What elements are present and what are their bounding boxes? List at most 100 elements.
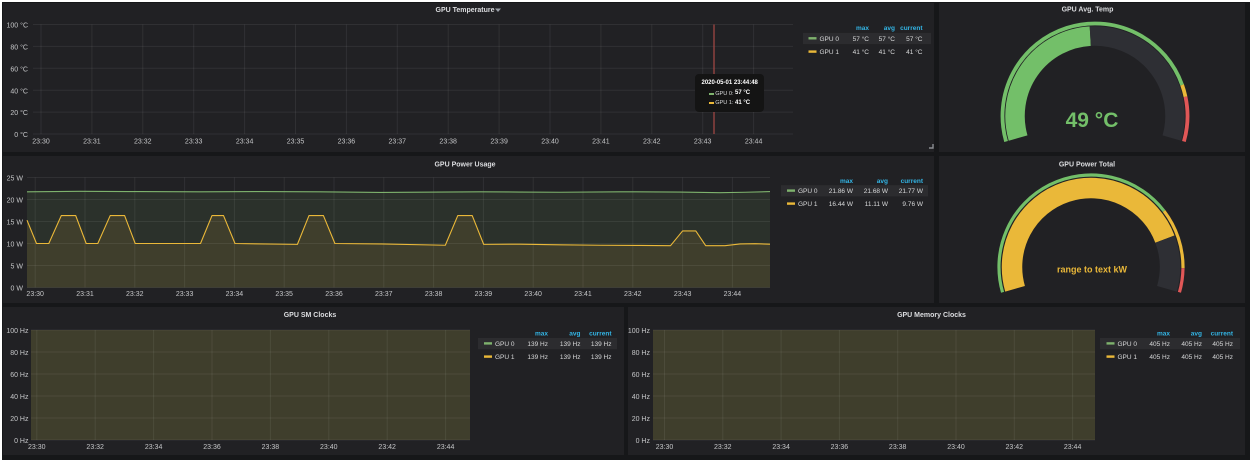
- svg-text:23:42: 23:42: [378, 444, 396, 451]
- svg-text:avg: avg: [877, 178, 888, 185]
- svg-text:GPU 0: GPU 0: [820, 36, 840, 43]
- svg-text:23:44: 23:44: [724, 291, 742, 298]
- svg-text:20 °C: 20 °C: [10, 109, 28, 117]
- svg-text:16.44 W: 16.44 W: [829, 201, 854, 208]
- svg-text:23:36: 23:36: [325, 291, 343, 298]
- svg-text:23:44: 23:44: [1064, 444, 1082, 451]
- svg-text:avg: avg: [569, 330, 580, 337]
- svg-text:avg: avg: [1191, 330, 1202, 337]
- svg-text:405 Hz: 405 Hz: [1212, 354, 1233, 361]
- svg-text:23:30: 23:30: [32, 139, 50, 146]
- svg-text:23:43: 23:43: [694, 139, 712, 146]
- svg-text:0 W: 0 W: [11, 286, 24, 293]
- svg-text:10 W: 10 W: [7, 242, 24, 249]
- svg-text:80 Hz: 80 Hz: [632, 350, 651, 357]
- svg-text:139 Hz: 139 Hz: [560, 341, 581, 348]
- svg-text:405 Hz: 405 Hz: [1181, 354, 1202, 361]
- svg-text:100 °C: 100 °C: [7, 22, 28, 30]
- svg-text:23:36: 23:36: [203, 444, 221, 451]
- svg-text:avg: avg: [884, 25, 895, 32]
- svg-text:23:33: 23:33: [176, 291, 194, 298]
- svg-text:80 °C: 80 °C: [10, 44, 28, 52]
- svg-text:GPU Power Usage: GPU Power Usage: [434, 162, 495, 169]
- svg-text:100 Hz: 100 Hz: [628, 328, 651, 335]
- svg-text:23:42: 23:42: [643, 139, 661, 146]
- svg-text:23:30: 23:30: [28, 444, 46, 451]
- svg-text:GPU 1: GPU 1: [820, 49, 840, 56]
- svg-text:100 Hz: 100 Hz: [6, 328, 29, 335]
- svg-text:41 °C: 41 °C: [906, 48, 923, 56]
- svg-text:0 Hz: 0 Hz: [14, 438, 29, 445]
- svg-text:23:32: 23:32: [714, 444, 732, 451]
- svg-text:max: max: [856, 25, 869, 32]
- svg-text:GPU Power Total: GPU Power Total: [1059, 162, 1115, 169]
- svg-text:80 Hz: 80 Hz: [10, 350, 29, 357]
- svg-text:23:39: 23:39: [475, 291, 493, 298]
- svg-text:49 °C: 49 °C: [1066, 109, 1119, 132]
- svg-text:20 W: 20 W: [7, 198, 24, 205]
- svg-text:40 Hz: 40 Hz: [10, 394, 29, 401]
- svg-text:139 Hz: 139 Hz: [591, 354, 612, 361]
- svg-text:0 °C: 0 °C: [14, 131, 28, 139]
- svg-text:GPU Memory Clocks: GPU Memory Clocks: [897, 312, 966, 319]
- svg-text:23:31: 23:31: [76, 291, 94, 298]
- svg-text:21.68 W: 21.68 W: [864, 188, 889, 195]
- svg-text:23:30: 23:30: [26, 291, 44, 298]
- svg-text:23:37: 23:37: [375, 291, 393, 298]
- svg-text:405 Hz: 405 Hz: [1181, 341, 1202, 348]
- svg-text:23:32: 23:32: [134, 139, 152, 146]
- svg-text:23:30: 23:30: [656, 444, 674, 451]
- svg-text:23:44: 23:44: [437, 444, 455, 451]
- svg-text:57 °C: 57 °C: [906, 35, 923, 43]
- svg-text:23:36: 23:36: [338, 139, 356, 146]
- svg-text:current: current: [589, 330, 612, 337]
- svg-text:23:43: 23:43: [674, 291, 692, 298]
- svg-text:139 Hz: 139 Hz: [527, 354, 548, 361]
- svg-text:11.11 W: 11.11 W: [865, 201, 889, 208]
- svg-text:405 Hz: 405 Hz: [1149, 341, 1170, 348]
- svg-text:60 Hz: 60 Hz: [632, 372, 651, 379]
- svg-text:23:40: 23:40: [541, 139, 559, 146]
- svg-text:15 W: 15 W: [7, 220, 24, 227]
- svg-text:139 Hz: 139 Hz: [560, 354, 581, 361]
- svg-text:GPU 1: GPU 1: [495, 354, 515, 361]
- svg-text:GPU 0: GPU 0: [495, 341, 515, 348]
- svg-text:23:34: 23:34: [226, 291, 244, 298]
- svg-text:23:42: 23:42: [624, 291, 642, 298]
- svg-text:23:40: 23:40: [524, 291, 542, 298]
- svg-text:57 °C: 57 °C: [853, 35, 870, 43]
- svg-text:GPU Avg. Temp: GPU Avg. Temp: [1062, 7, 1114, 14]
- svg-text:current: current: [901, 178, 924, 185]
- svg-text:23:42: 23:42: [1006, 444, 1024, 451]
- svg-text:GPU 0: GPU 0: [798, 188, 818, 195]
- svg-text:23:40: 23:40: [947, 444, 965, 451]
- svg-text:5 W: 5 W: [11, 264, 24, 271]
- svg-text:23:41: 23:41: [592, 139, 610, 146]
- svg-text:57 °C: 57 °C: [879, 35, 896, 43]
- svg-text:GPU 1: GPU 1: [1118, 354, 1138, 361]
- svg-text:max: max: [840, 178, 853, 185]
- svg-text:23:32: 23:32: [86, 444, 104, 451]
- svg-text:23:38: 23:38: [262, 444, 280, 451]
- svg-text:23:39: 23:39: [490, 139, 508, 146]
- svg-text:139 Hz: 139 Hz: [591, 341, 612, 348]
- svg-text:23:40: 23:40: [320, 444, 338, 451]
- svg-text:current: current: [900, 25, 923, 32]
- svg-text:60 Hz: 60 Hz: [10, 372, 29, 379]
- svg-text:GPU Temperature: GPU Temperature: [436, 7, 495, 14]
- svg-text:139 Hz: 139 Hz: [527, 341, 548, 348]
- svg-text:max: max: [535, 330, 548, 337]
- svg-text:23:38: 23:38: [425, 291, 443, 298]
- svg-text:23:38: 23:38: [439, 139, 457, 146]
- svg-text:0 Hz: 0 Hz: [636, 438, 651, 445]
- svg-text:GPU SM Clocks: GPU SM Clocks: [284, 312, 337, 319]
- svg-text:23:37: 23:37: [389, 139, 407, 146]
- svg-text:60 °C: 60 °C: [10, 66, 28, 74]
- svg-text:9.76 W: 9.76 W: [902, 201, 923, 208]
- svg-text:GPU 0: GPU 0: [1118, 341, 1138, 348]
- svg-text:21.77 W: 21.77 W: [899, 188, 924, 195]
- svg-text:23:36: 23:36: [831, 444, 849, 451]
- svg-text:20 Hz: 20 Hz: [632, 416, 651, 423]
- svg-text:23:35: 23:35: [275, 291, 293, 298]
- svg-text:max: max: [1157, 330, 1170, 337]
